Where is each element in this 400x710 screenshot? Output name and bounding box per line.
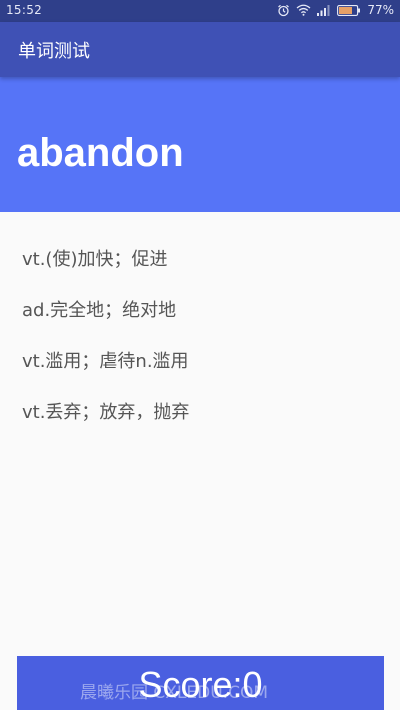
status-bar: 15:52 77%	[0, 0, 400, 22]
status-time: 15:52	[6, 3, 43, 17]
word-text: abandon	[17, 131, 184, 175]
signal-icon	[317, 4, 331, 16]
alarm-icon	[277, 4, 290, 17]
app-bar: 单词测试	[0, 22, 400, 77]
option-item[interactable]: ad.完全地；绝对地	[22, 291, 382, 331]
wifi-icon	[296, 4, 311, 16]
battery-percent: 77%	[367, 3, 394, 17]
option-item[interactable]: vt.(使)加快；促进	[22, 240, 382, 280]
score-label: Score:0	[138, 664, 263, 705]
option-item[interactable]: vt.滥用；虐待n.滥用	[22, 342, 382, 382]
status-icons: 77%	[277, 3, 394, 17]
word-header: abandon	[0, 77, 400, 212]
battery-icon	[337, 4, 361, 16]
app-title: 单词测试	[18, 41, 90, 62]
option-item[interactable]: vt.丢弃；放弃，抛弃	[22, 393, 382, 433]
score-button[interactable]: Score:0	[17, 656, 384, 710]
